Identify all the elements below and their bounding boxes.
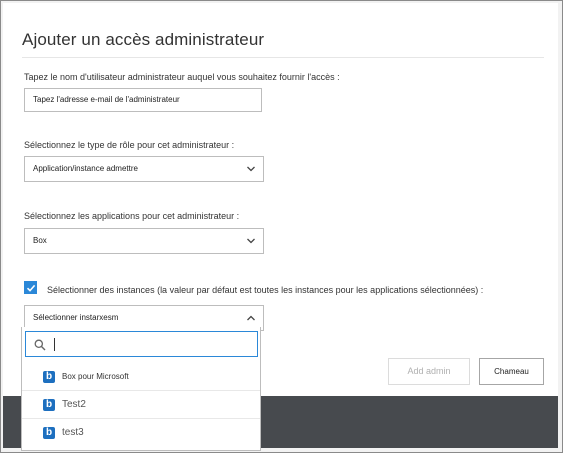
instance-option-label: Box pour Microsoft xyxy=(62,372,129,381)
add-admin-button[interactable]: Add admin xyxy=(388,358,470,385)
box-app-icon: b xyxy=(43,399,55,411)
chevron-down-icon xyxy=(247,238,255,244)
box-app-icon: b xyxy=(43,371,55,383)
instance-option[interactable]: b Test2 xyxy=(22,391,260,419)
instance-option[interactable]: b test3 xyxy=(22,419,260,447)
chevron-down-icon xyxy=(247,166,255,172)
admin-email-placeholder: Tapez l'adresse e-mail de l'administrate… xyxy=(33,95,180,104)
instance-option[interactable]: b Box pour Microsoft xyxy=(22,363,260,391)
cancel-button[interactable]: Chameau xyxy=(479,358,544,385)
search-icon xyxy=(34,339,46,351)
instances-select-value: Sélectionner instarxesm xyxy=(33,313,119,322)
box-app-icon: b xyxy=(43,427,55,439)
instance-option-label: test3 xyxy=(62,427,84,438)
instance-search-input[interactable] xyxy=(25,331,258,357)
checkmark-icon xyxy=(26,284,36,292)
instance-option-label: Test2 xyxy=(62,399,86,410)
role-select[interactable]: Application/instance admettre xyxy=(24,156,264,182)
select-instances-checkbox[interactable] xyxy=(24,281,37,294)
select-instances-label: Sélectionner des instances (la valeur pa… xyxy=(47,285,484,295)
applications-select-value: Box xyxy=(33,236,47,245)
applications-select[interactable]: Box xyxy=(24,228,264,254)
role-select-value: Application/instance admettre xyxy=(33,164,138,173)
chevron-up-icon xyxy=(247,315,255,321)
applications-label: Sélectionnez les applications pour cet a… xyxy=(24,211,240,221)
instances-dropdown: b Box pour Microsoft b Test2 b test3 xyxy=(21,327,261,451)
title-divider xyxy=(22,57,544,58)
admin-email-input[interactable]: Tapez l'adresse e-mail de l'administrate… xyxy=(24,88,262,112)
dialog-title: Ajouter un accès administrateur xyxy=(22,30,265,49)
username-label: Tapez le nom d'utilisateur administrateu… xyxy=(24,72,340,82)
text-cursor xyxy=(54,338,55,351)
role-label: Sélectionnez le type de rôle pour cet ad… xyxy=(24,140,235,150)
